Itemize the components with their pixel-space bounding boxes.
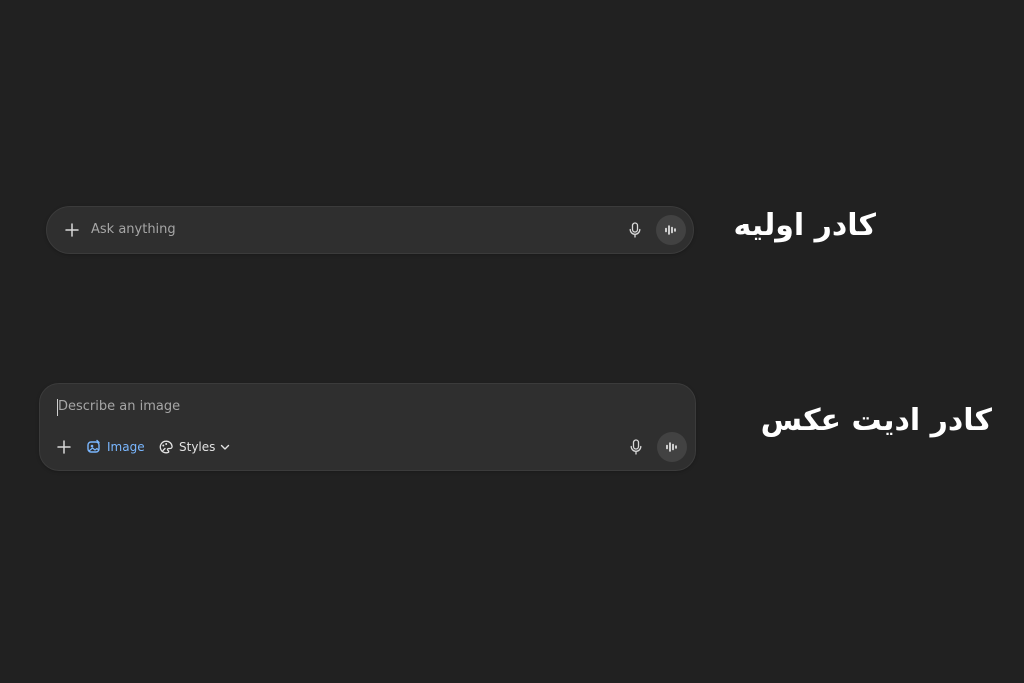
voice-mode-button[interactable] bbox=[657, 432, 687, 462]
image-edit-icon bbox=[86, 439, 102, 455]
voice-waveform-icon bbox=[664, 224, 678, 236]
plus-icon bbox=[65, 223, 79, 237]
basic-composer-caption: کادر اولیه bbox=[733, 208, 876, 243]
dictate-button[interactable] bbox=[625, 220, 645, 240]
voice-waveform-icon bbox=[665, 441, 679, 453]
image-composer-caption: کادر ادیت عکس bbox=[760, 403, 992, 438]
add-attachment-button[interactable] bbox=[54, 437, 74, 457]
brush-palette-icon bbox=[158, 439, 174, 455]
voice-mode-button[interactable] bbox=[656, 215, 686, 245]
image-tool-button[interactable]: Image bbox=[86, 437, 145, 457]
microphone-icon bbox=[629, 222, 641, 238]
styles-dropdown[interactable]: Styles bbox=[158, 437, 230, 457]
image-prompt-input[interactable]: Describe an image bbox=[58, 399, 180, 415]
chat-input[interactable]: Ask anything bbox=[91, 222, 176, 238]
image-edit-composer: Describe an image Image Styles bbox=[39, 383, 696, 471]
chevron-down-icon bbox=[220, 442, 230, 452]
add-attachment-button[interactable] bbox=[62, 220, 82, 240]
styles-label: Styles bbox=[179, 440, 216, 454]
plus-icon bbox=[57, 440, 71, 454]
basic-chat-composer: Ask anything bbox=[46, 206, 694, 254]
dictate-button[interactable] bbox=[626, 437, 646, 457]
image-tool-label: Image bbox=[107, 440, 145, 454]
microphone-icon bbox=[630, 439, 642, 455]
